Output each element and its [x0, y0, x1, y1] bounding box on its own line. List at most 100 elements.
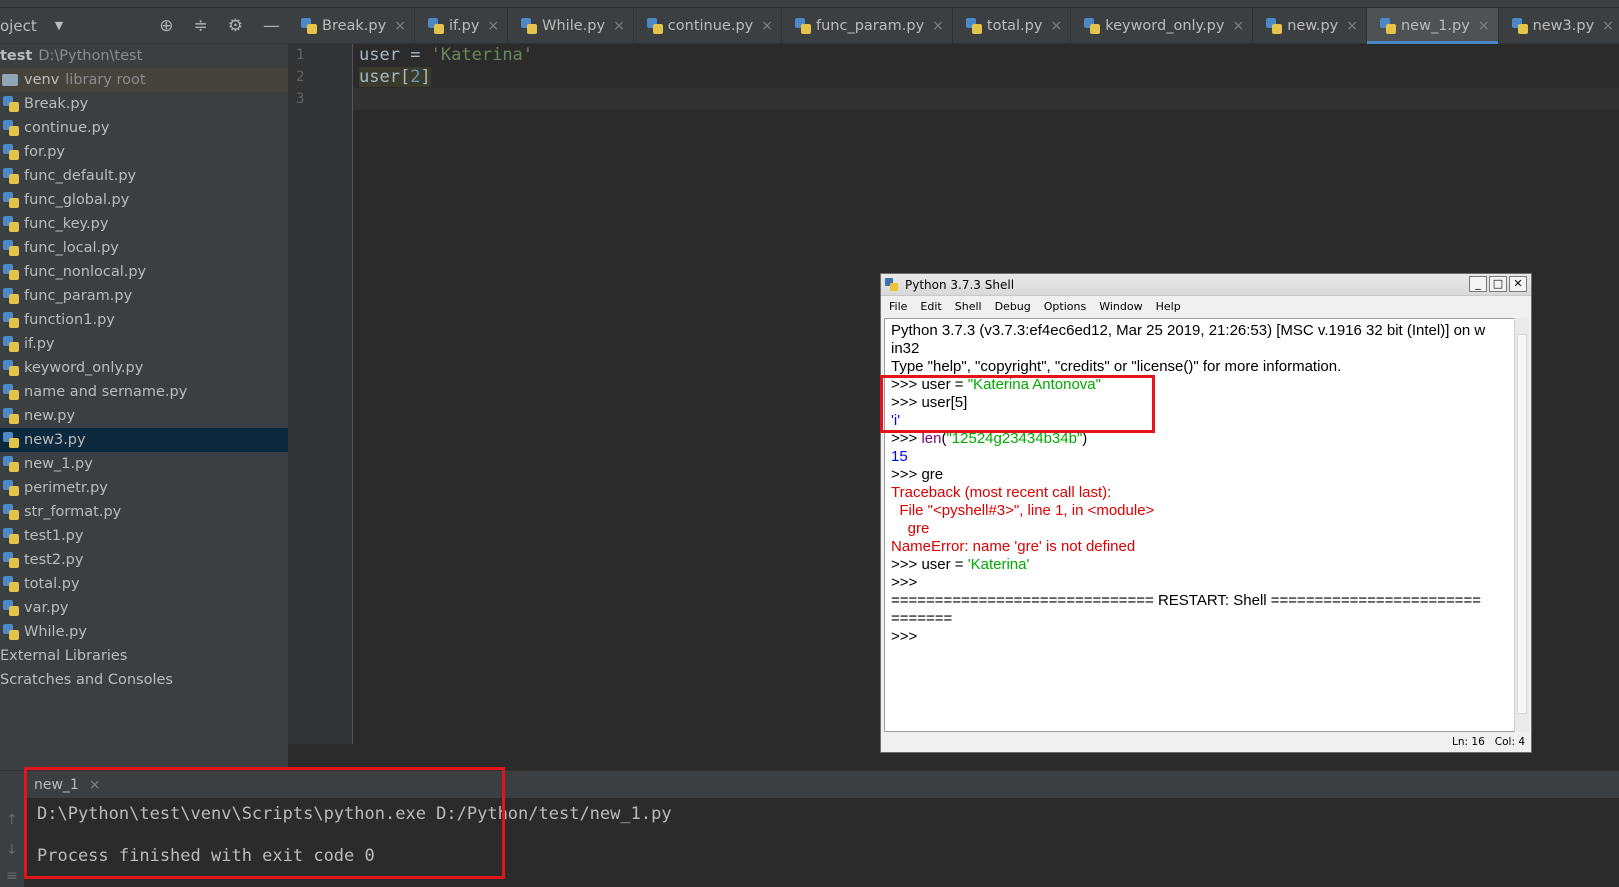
close-icon[interactable]: × [394, 18, 406, 34]
shell-title-bar[interactable]: Python 3.7.3 Shell _ □ ✕ [881, 274, 1531, 296]
editor-tab[interactable]: continue.py × [634, 8, 782, 44]
shell-menu-item[interactable]: File [889, 300, 907, 313]
project-view-selector[interactable]: oject [0, 17, 37, 35]
shell-line: NameError: name 'gre' is not defined [891, 538, 1136, 555]
tree-item-file[interactable]: new3.py [0, 428, 288, 452]
arrow-down-icon[interactable]: ↓ [6, 842, 18, 858]
shell-scrollbar[interactable] [1514, 318, 1529, 732]
close-icon[interactable]: × [761, 18, 773, 34]
editor-tab[interactable]: func_param.py × [782, 8, 953, 44]
python-file-icon [3, 264, 19, 280]
file-label: test2.py [24, 552, 84, 568]
tree-item-file[interactable]: test2.py [0, 548, 288, 572]
chevron-down-icon[interactable]: ▼ [55, 19, 63, 32]
wrap-icon[interactable]: ≡ [6, 868, 18, 884]
run-toolbar: ↑ ↓ ≡ [0, 798, 24, 887]
shell-menu-item[interactable]: Window [1099, 300, 1142, 313]
tree-item-file[interactable]: continue.py [0, 116, 288, 140]
python-file-icon [3, 96, 19, 112]
project-root-name: test [0, 48, 33, 64]
python-file-icon [965, 18, 982, 34]
python-file-icon [3, 360, 19, 376]
python-file-icon [1084, 18, 1101, 34]
close-icon[interactable]: × [932, 18, 944, 34]
tree-item-external-libraries[interactable]: External Libraries [0, 644, 288, 668]
tree-item-venv[interactable]: venv library root [0, 68, 288, 92]
shell-menu-item[interactable]: Edit [920, 300, 941, 313]
close-icon[interactable]: × [613, 18, 625, 34]
shell-status-bar: Ln: 16 Col: 4 [881, 732, 1531, 752]
editor-tab[interactable]: new3.py × [1499, 8, 1619, 44]
close-icon[interactable]: × [1602, 18, 1614, 34]
tab-label: func_param.py [815, 18, 925, 34]
close-icon[interactable]: × [1346, 18, 1358, 34]
status-line: Ln: 16 [1452, 736, 1485, 748]
file-label: func_local.py [24, 240, 119, 256]
close-icon[interactable]: × [1232, 18, 1244, 34]
editor-tab[interactable]: new_1.py × [1366, 8, 1499, 44]
arrow-up-icon[interactable]: ↑ [6, 812, 18, 828]
shell-line: Python 3.7.3 (v3.7.3:ef4ec6ed12, Mar 25 … [891, 322, 1486, 339]
tree-item-file[interactable]: test1.py [0, 524, 288, 548]
locate-icon[interactable]: ⊕ [159, 16, 173, 36]
code-line-1[interactable]: user = 'Katerina' [353, 44, 1619, 66]
tree-item-file[interactable]: new.py [0, 404, 288, 428]
python-file-icon [3, 312, 19, 328]
tree-item-file[interactable]: Break.py [0, 92, 288, 116]
tree-item-file[interactable]: func_global.py [0, 188, 288, 212]
tab-label: new_1.py [1400, 18, 1470, 34]
editor-tab[interactable]: While.py × [508, 8, 634, 44]
tree-item-file[interactable]: While.py [0, 620, 288, 644]
tree-item-file[interactable]: perimetr.py [0, 476, 288, 500]
tree-item-file[interactable]: keyword_only.py [0, 356, 288, 380]
shell-menu-item[interactable]: Options [1044, 300, 1086, 313]
editor-tab[interactable]: keyword_only.py × [1071, 8, 1254, 44]
python-file-icon [521, 18, 538, 34]
top-strip [0, 0, 1619, 8]
editor-tab[interactable]: total.py × [953, 8, 1072, 44]
tree-item-file[interactable]: total.py [0, 572, 288, 596]
close-icon[interactable]: × [1478, 18, 1490, 34]
gear-icon[interactable]: ⚙ [228, 16, 243, 36]
hide-icon[interactable]: — [263, 16, 280, 36]
maximize-button[interactable]: □ [1489, 276, 1507, 292]
code-line-3[interactable] [353, 88, 1619, 110]
editor-tab[interactable]: Break.py × [288, 8, 415, 44]
shell-menu-item[interactable]: Help [1156, 300, 1181, 313]
tree-item-file[interactable]: for.py [0, 140, 288, 164]
tree-item-file[interactable]: func_param.py [0, 284, 288, 308]
python-file-icon [646, 18, 663, 34]
close-icon[interactable]: × [1050, 18, 1062, 34]
python-file-icon [3, 384, 19, 400]
tree-item-file[interactable]: new_1.py [0, 452, 288, 476]
code-line-2[interactable]: user[2] [353, 66, 1619, 88]
python-file-icon [3, 216, 19, 232]
python-file-icon [3, 120, 19, 136]
tree-item-file[interactable]: func_nonlocal.py [0, 260, 288, 284]
tree-item-file[interactable]: function1.py [0, 308, 288, 332]
tree-item-file[interactable]: name and sername.py [0, 380, 288, 404]
project-tree: test D:\Python\test venv library root Br… [0, 44, 288, 692]
tree-item-file[interactable]: func_key.py [0, 212, 288, 236]
python-file-icon [3, 288, 19, 304]
editor-tab[interactable]: new.py × [1253, 8, 1367, 44]
shell-menu-item[interactable]: Shell [955, 300, 982, 313]
tree-item-file[interactable]: if.py [0, 332, 288, 356]
python-file-icon [3, 528, 19, 544]
tree-root-test[interactable]: test D:\Python\test [0, 44, 288, 68]
shell-menu-item[interactable]: Debug [995, 300, 1031, 313]
collapse-all-icon[interactable]: ≑ [194, 16, 208, 36]
scrollbar-thumb[interactable] [1517, 334, 1527, 714]
tree-item-file[interactable]: var.py [0, 596, 288, 620]
file-label: test1.py [24, 528, 84, 544]
tree-item-scratches[interactable]: Scratches and Consoles [0, 668, 288, 692]
close-icon[interactable]: × [487, 18, 499, 34]
tree-item-file[interactable]: func_default.py [0, 164, 288, 188]
tree-item-file[interactable]: func_local.py [0, 236, 288, 260]
minimize-button[interactable]: _ [1469, 276, 1487, 292]
editor-tab[interactable]: if.py × [415, 8, 509, 44]
shell-line: >>> user = 'Katerina' [891, 556, 1030, 573]
file-label: function1.py [24, 312, 115, 328]
tree-item-file[interactable]: str_format.py [0, 500, 288, 524]
close-button[interactable]: ✕ [1509, 276, 1527, 292]
